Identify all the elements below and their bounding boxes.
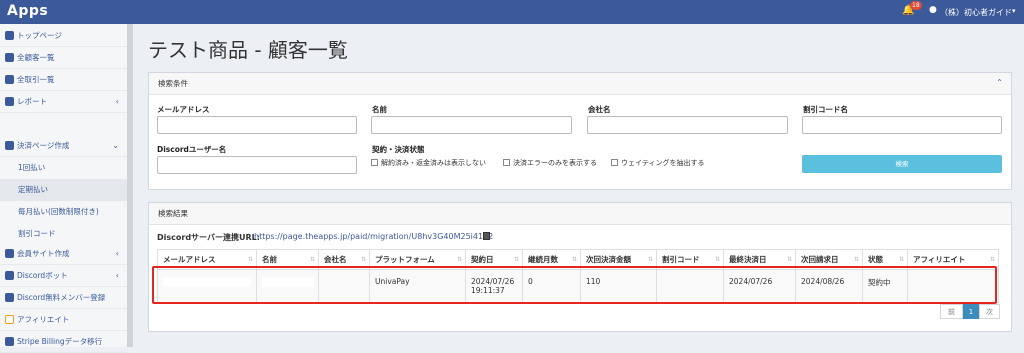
sidebar-item-top[interactable]: トップページ	[0, 25, 127, 47]
email-field[interactable]	[157, 116, 357, 134]
sidebar-item-report[interactable]: レポート ‹	[0, 91, 127, 113]
sidebar-subitem-subscription[interactable]: 定期払い	[0, 179, 127, 201]
discord-icon	[5, 271, 14, 280]
discord-url-label: Discordサーバー連携URL:	[157, 233, 260, 242]
sidebar-subitem-discount[interactable]: 割引コード	[0, 223, 127, 245]
name-label: 名前	[372, 105, 387, 114]
chart-icon	[5, 97, 14, 106]
pager-prev[interactable]: 前	[940, 304, 963, 319]
dashboard-icon	[5, 31, 14, 40]
discount-label: 割引コード名	[803, 105, 848, 114]
pager-current[interactable]: 1	[963, 304, 979, 319]
sidebar-subitem-one-time[interactable]: 1回払い	[0, 157, 127, 179]
page-title: テスト商品 - 顧客一覧	[148, 38, 348, 62]
sidebar-item-discord-bot[interactable]: Discordボット ‹	[0, 265, 127, 287]
discord-icon	[5, 293, 14, 302]
waiting-checkbox[interactable]: ウェイティングを抽出する	[611, 158, 704, 168]
chevron-up-icon[interactable]: ⌃	[996, 78, 1003, 87]
search-button[interactable]: 検索	[802, 155, 1002, 173]
chevron-left-icon: ‹	[115, 249, 119, 258]
chevron-left-icon: ‹	[115, 97, 119, 106]
email-label: メールアドレス	[157, 105, 210, 114]
payment-icon	[5, 141, 14, 150]
sidebar-item-stripe-migration[interactable]: Stripe Billingデータ移行	[0, 331, 127, 353]
brand-logo[interactable]: Apps	[7, 3, 48, 19]
chevron-down-icon[interactable]: ▾	[1012, 7, 1016, 15]
company-field[interactable]	[587, 116, 788, 134]
sidebar-item-member-site[interactable]: 会員サイト作成 ‹	[0, 243, 127, 265]
user-menu[interactable]: （株）初心者ガイド	[940, 7, 1012, 18]
discount-code-field[interactable]	[802, 116, 1002, 134]
errors-only-checkbox[interactable]: 決済エラーのみを表示する	[503, 158, 597, 168]
status-label: 契約・決済状態	[372, 145, 425, 154]
copy-icon[interactable]	[483, 232, 490, 240]
pager-next[interactable]: 次	[979, 304, 1000, 319]
search-box-header: 検索条件	[149, 73, 1011, 95]
results-box-header: 検索結果	[149, 203, 1011, 225]
chevron-down-icon: ⌄	[112, 141, 119, 150]
sidebar-item-customers[interactable]: 全顧客一覧	[0, 47, 127, 69]
top-navbar: Apps 🔔 18 ● （株）初心者ガイド ▾	[0, 0, 1024, 24]
sidebar-item-payment-page[interactable]: 決済ページ作成 ⌄	[0, 135, 127, 157]
notification-badge: 18	[910, 1, 922, 10]
user-icon: ●	[929, 5, 937, 15]
chevron-left-icon: ‹	[115, 271, 119, 280]
row-highlight-box	[152, 266, 997, 304]
customers-icon	[5, 53, 14, 62]
sidebar-scrollbar[interactable]	[127, 24, 133, 347]
sidebar-item-discord-free[interactable]: Discord無料メンバー登録	[0, 287, 127, 309]
member-site-icon	[5, 249, 14, 258]
discord-label: Discordユーザー名	[157, 145, 227, 154]
sidebar-item-transactions[interactable]: 全取引一覧	[0, 69, 127, 91]
affiliate-icon	[5, 315, 14, 324]
sidebar-item-affiliate[interactable]: アフィリエイト	[0, 309, 127, 331]
stripe-icon	[5, 337, 14, 346]
name-field[interactable]	[371, 116, 572, 134]
discord-username-field[interactable]	[157, 156, 357, 174]
discord-url-link[interactable]: https://page.theapps.jp/paid/migration/U…	[254, 232, 493, 241]
company-label: 会社名	[588, 105, 611, 114]
transactions-icon	[5, 75, 14, 84]
hide-cancelled-checkbox[interactable]: 解約済み・返金済みは表示しない	[371, 158, 486, 168]
sidebar-subitem-installment[interactable]: 毎月払い(回数制限付き)	[0, 201, 127, 223]
